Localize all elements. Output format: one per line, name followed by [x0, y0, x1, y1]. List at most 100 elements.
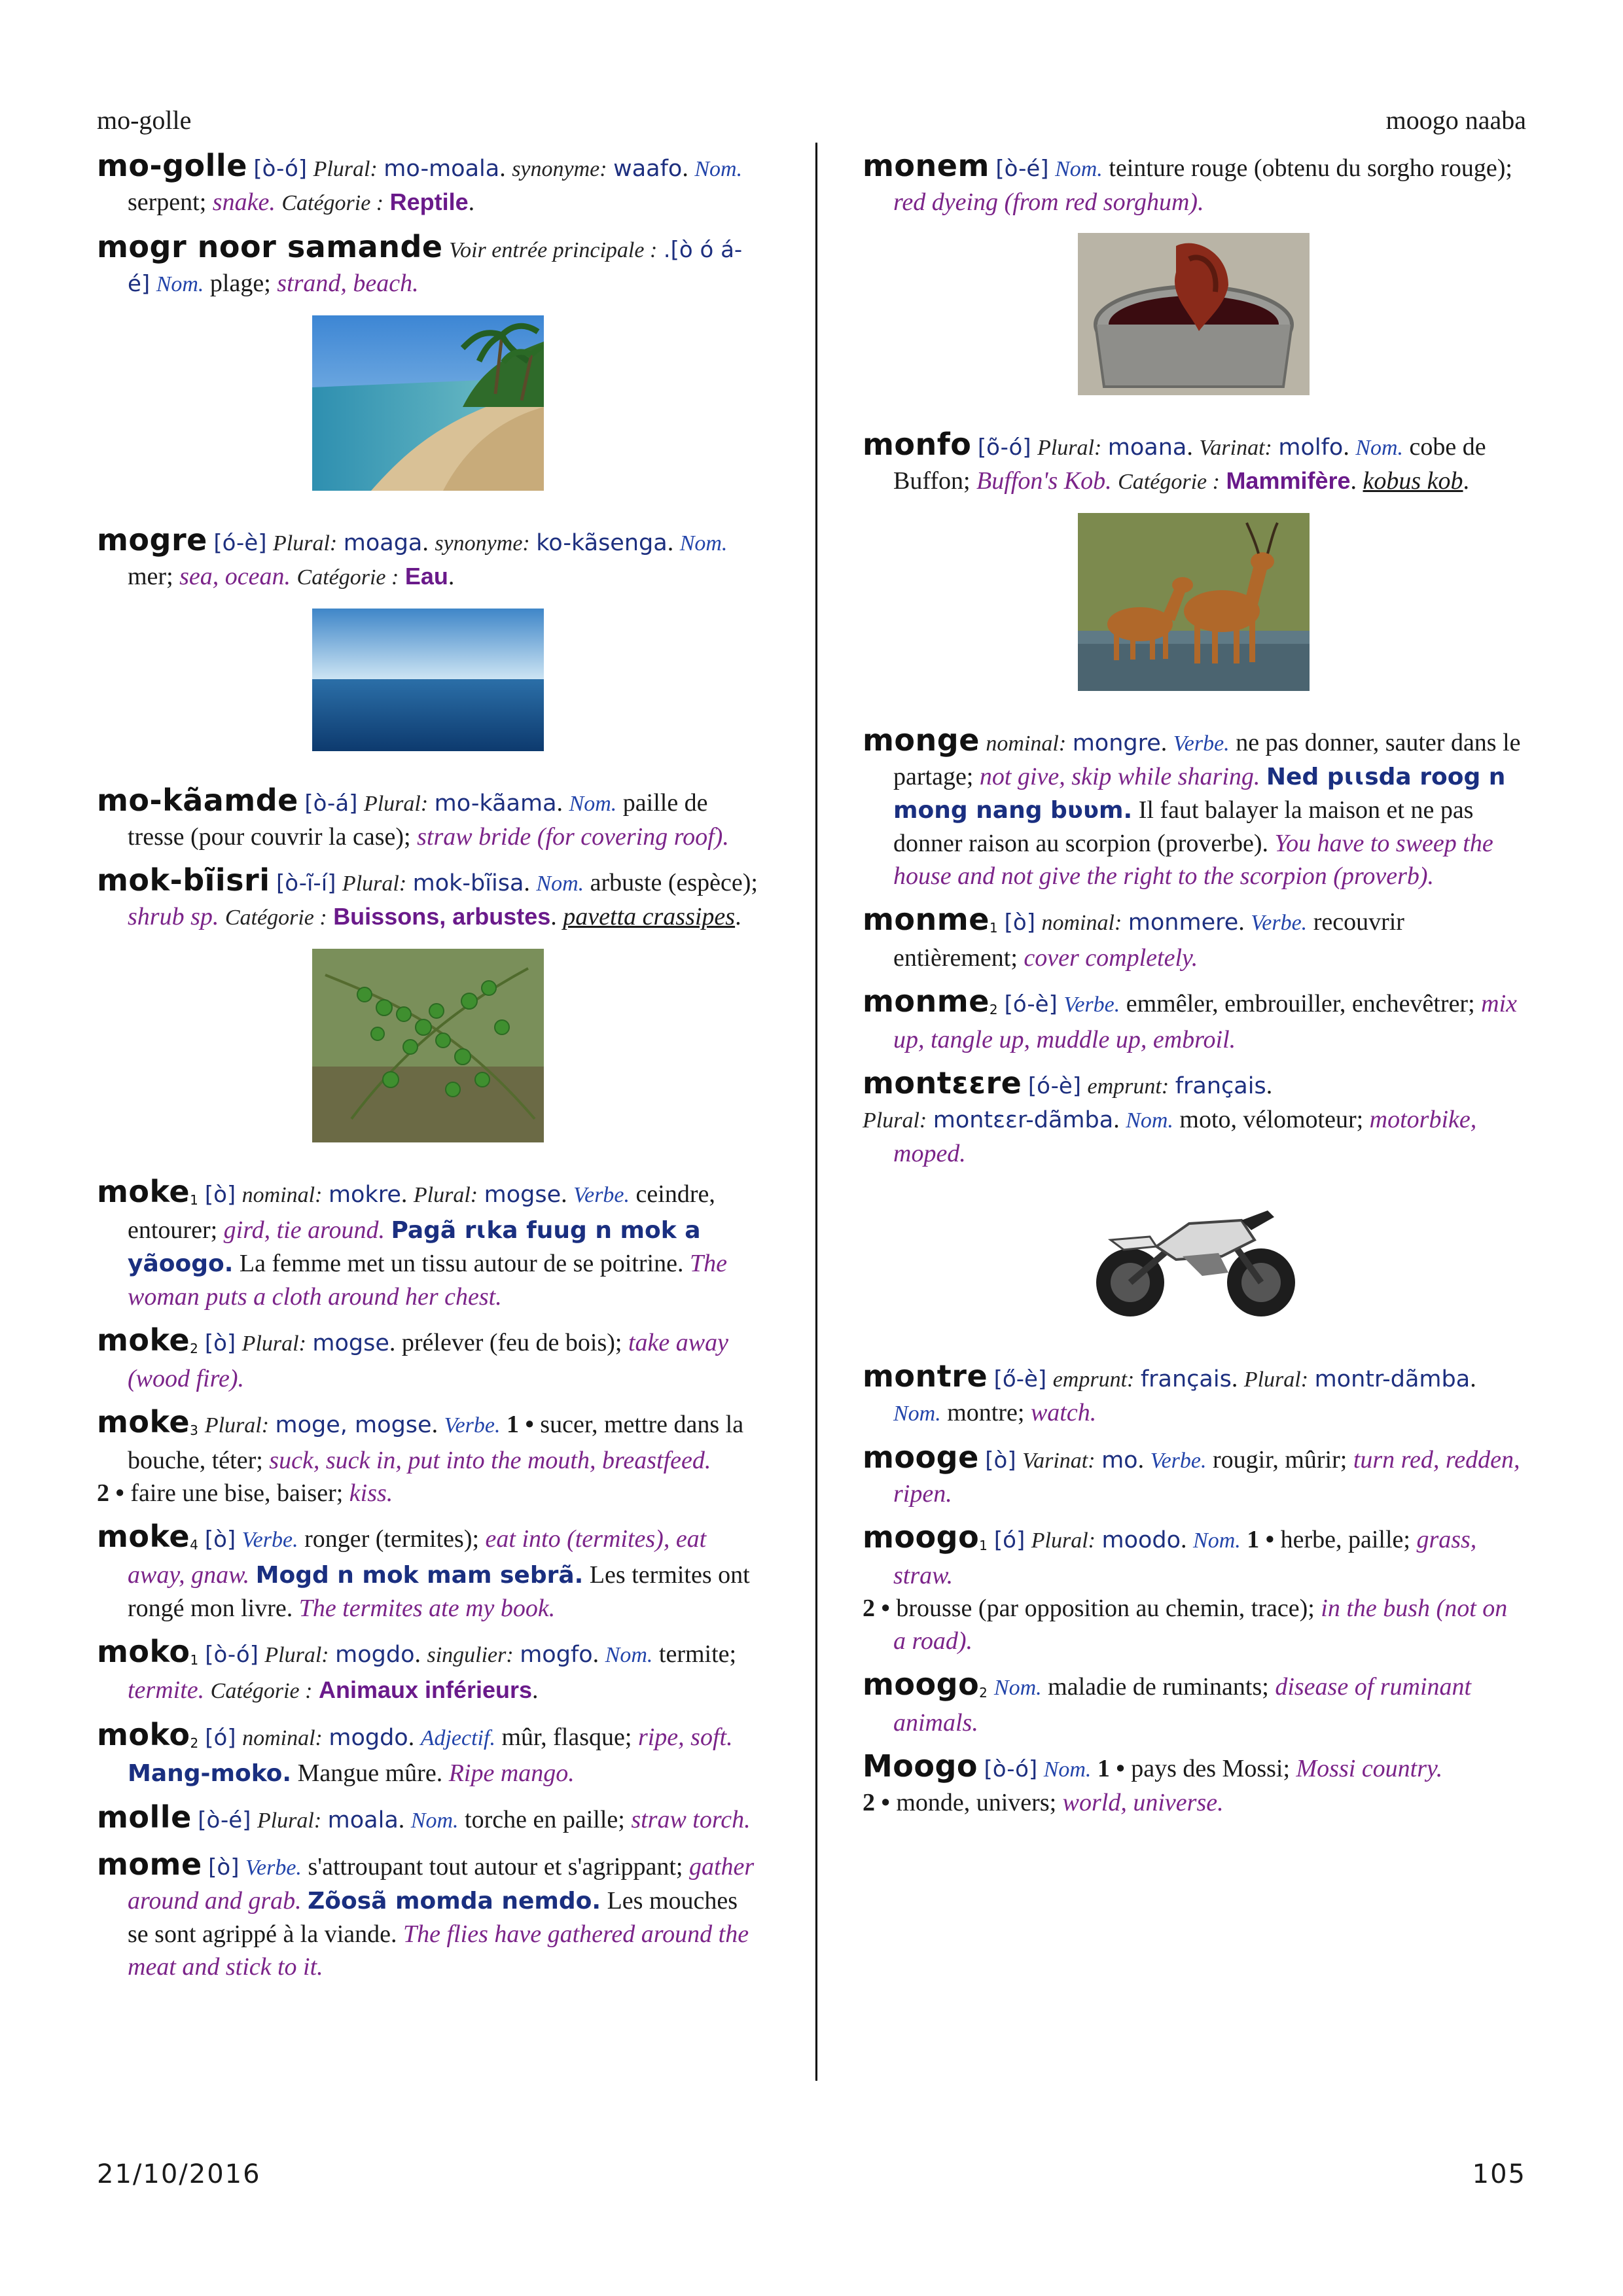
pronunciation: [ò-é]	[198, 1807, 251, 1833]
plural-label: Plural:	[1031, 1528, 1096, 1553]
loan-source: français	[1175, 1073, 1266, 1099]
headword: mok-bĩisri	[97, 862, 270, 898]
english-gloss: strand, beach.	[277, 270, 419, 297]
plural-form: moala	[327, 1807, 399, 1833]
homonym-number: 4	[190, 1537, 199, 1553]
entry-mome: mome [ò] Verbe. s'attroupant tout autour…	[97, 1848, 759, 1983]
plural-form: montr-dãmba	[1314, 1366, 1471, 1392]
headword: mogre	[97, 522, 207, 557]
variant-form: mo	[1101, 1447, 1138, 1474]
synonym-label: synonyme:	[512, 157, 607, 181]
part-of-speech: Verbe.	[1251, 911, 1308, 935]
entry-moko-1: moko1 [ò-ó] Plural: mogdo. singulier: mo…	[97, 1634, 737, 1704]
motorbike-illustration	[1078, 1184, 1310, 1327]
plural-form: moge, mogse	[275, 1412, 432, 1438]
category-label: Catégorie :	[1118, 470, 1220, 494]
headword: mo-golle	[97, 148, 247, 183]
headword: monge	[863, 722, 980, 758]
page-number: 105	[1472, 2159, 1526, 2189]
entry-monme-1: monme1 [ò] nominal: monmere. Verbe. reco…	[863, 902, 1404, 972]
nominal-form: mokre	[328, 1182, 401, 1208]
plural-form: mo-kãama	[434, 790, 557, 817]
pronunciation: [ò-ó]	[253, 156, 308, 182]
example-french: La femme met un tissu autour de se poitr…	[239, 1250, 684, 1277]
headword: montɛɛre	[863, 1065, 1022, 1101]
headword: mogr noor samande	[97, 229, 443, 264]
entry-mo-kaamde: mo-kãamde [ò-á] Plural: mo-kãama. Nom. p…	[97, 783, 729, 851]
headword: monem	[863, 148, 990, 183]
english-gloss: kiss.	[349, 1479, 393, 1507]
french-gloss: ronger (termites);	[304, 1525, 480, 1553]
column-divider	[815, 143, 817, 2081]
french-gloss: montre;	[947, 1399, 1025, 1426]
part-of-speech: Nom.	[1193, 1528, 1241, 1553]
part-of-speech: Adjectif.	[420, 1726, 495, 1750]
plural-label: Plural:	[863, 1108, 927, 1133]
homonym-number: 1	[979, 1538, 988, 1553]
part-of-speech: Verbe.	[1063, 993, 1120, 1017]
english-gloss: cover completely.	[1024, 944, 1198, 972]
headword: moke1	[97, 1174, 198, 1209]
entry-moko-2: moko2 [ó] nominal: mogdo. Adjectif. mûr,…	[97, 1717, 733, 1787]
pronunciation: [ò-á]	[304, 790, 358, 817]
pronunciation: [ó]	[205, 1725, 236, 1751]
homonym-number: 1	[989, 920, 999, 936]
category-label: Catégorie :	[224, 906, 327, 930]
headword-text: moke	[97, 1404, 190, 1439]
french-gloss: prélever (feu de bois);	[401, 1329, 622, 1356]
see-main-entry-label: Voir entrée principale :	[449, 238, 658, 262]
part-of-speech: Nom.	[679, 531, 728, 556]
plural-label: Plural:	[257, 1809, 322, 1833]
french-gloss: torche en paille;	[465, 1806, 625, 1833]
plural-label: Plural:	[204, 1413, 270, 1438]
entry-monge: monge nominal: mongre. Verbe. ne pas don…	[863, 722, 1521, 890]
synonym-label: synonyme:	[435, 531, 530, 556]
example-english: The termites ate my book.	[298, 1595, 556, 1622]
plural-label: Plural:	[413, 1183, 478, 1207]
entry-moogo-1: moogo1 [ó] Plural: moodo. Nom. 1 • herbe…	[863, 1521, 1525, 1657]
homonym-number: 3	[190, 1422, 199, 1438]
english-gloss: straw bride (for covering roof).	[417, 823, 729, 851]
plural-label: Plural:	[1243, 1368, 1309, 1392]
beach-image	[97, 315, 759, 491]
homonym-number: 1	[190, 1652, 199, 1668]
category: Animaux inférieurs	[318, 1676, 533, 1703]
english-gloss: sea, ocean.	[179, 563, 291, 590]
example-english: Ripe mango.	[448, 1759, 575, 1787]
entry-mogre: mogre [ó-è] Plural: moaga. synonyme: ko-…	[97, 522, 728, 590]
part-of-speech: Verbe.	[573, 1183, 630, 1207]
pronunciation: [ò]	[208, 1854, 240, 1881]
example-french: Mangue mûre.	[297, 1759, 443, 1787]
plural-form: montɛɛr-dãmba	[933, 1107, 1114, 1133]
part-of-speech: Nom.	[1126, 1108, 1173, 1133]
french-gloss: herbe, paille;	[1280, 1526, 1410, 1553]
part-of-speech: Verbe.	[1150, 1449, 1207, 1473]
plural-form: mok-bĩisa	[412, 870, 524, 896]
category-label: Catégorie :	[296, 565, 399, 590]
plural-label: Plural:	[342, 872, 407, 896]
pronunciation: [ó-è]	[1027, 1073, 1082, 1099]
homonym-number: 2	[190, 1341, 199, 1356]
part-of-speech: Verbe.	[444, 1413, 501, 1438]
french-gloss: teinture rouge (obtenu du sorgho rouge);	[1109, 154, 1512, 182]
variant-form: molfo	[1278, 434, 1344, 461]
headword: Moogo	[863, 1748, 978, 1784]
english-gloss: suck, suck in, put into the mouth, breas…	[269, 1447, 711, 1474]
footer-date: 21/10/2016	[97, 2159, 261, 2189]
entry-montre: montre [ő-è] emprunt: français. Plural: …	[863, 1358, 1476, 1426]
category: Buissons, arbustes	[333, 903, 551, 930]
part-of-speech: Nom.	[156, 272, 204, 296]
dye-pot-illustration	[1078, 233, 1310, 395]
english-gloss: Buffon's Kob.	[976, 467, 1112, 495]
entry-monteere: montɛɛre [ó-è] emprunt: français. Plural…	[863, 1067, 1525, 1170]
example-sentence: Mogd n mok mam sebrã.	[255, 1562, 584, 1589]
pronunciation: [ò]	[204, 1527, 236, 1553]
headword: mooge	[863, 1439, 979, 1475]
sea-illustration	[312, 609, 544, 751]
part-of-speech: Nom.	[536, 872, 584, 896]
homonym-number: 1	[190, 1192, 199, 1208]
part-of-speech: Nom.	[694, 157, 743, 181]
headword: moke3	[97, 1404, 198, 1439]
sense-number: 2 •	[863, 1789, 890, 1816]
sea-image	[97, 609, 759, 751]
